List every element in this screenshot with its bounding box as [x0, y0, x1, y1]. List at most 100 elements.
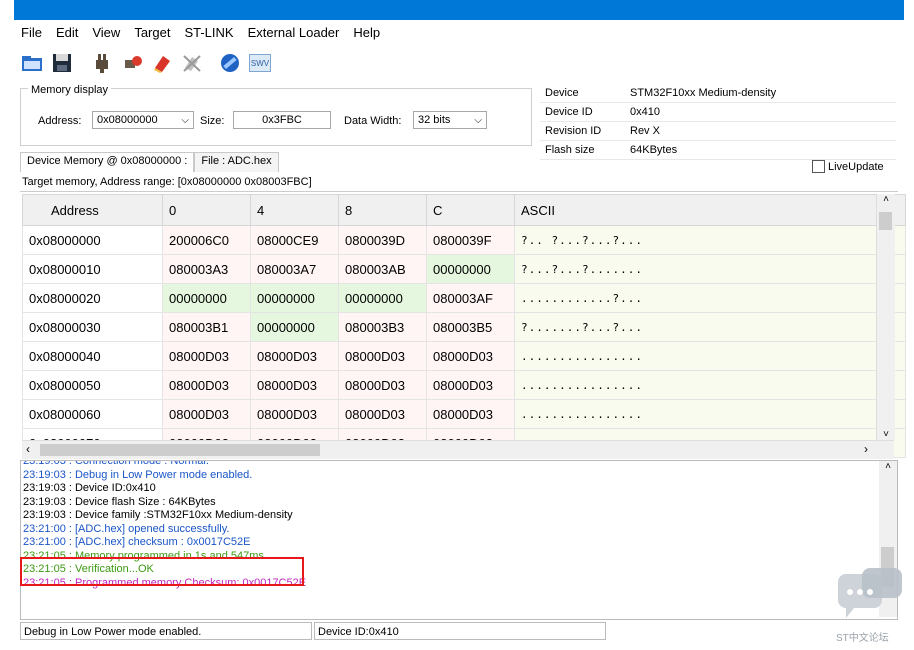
table-row[interactable]: 0x08000040 08000D03 08000D03 08000D03 08000D…	[22, 341, 906, 371]
scroll-left-icon[interactable]: ‹	[26, 442, 30, 456]
grid-vertical-scrollbar[interactable]: ˄ ˅	[876, 194, 895, 440]
ascii-cell[interactable]: ................	[514, 399, 906, 429]
column-header-ascii[interactable]: ASCII	[514, 194, 906, 226]
address-cell[interactable]: 0x08000010	[22, 254, 163, 284]
scroll-right-icon[interactable]: ›	[864, 442, 868, 456]
device-info-table: Device STM32F10xx Medium-density Device I…	[540, 84, 896, 160]
memory-cell[interactable]: 080003A3	[162, 254, 251, 284]
status-device-id: Device ID:0x410	[314, 622, 606, 640]
menu-view[interactable]: View	[85, 25, 127, 40]
data-width-select[interactable]: 32 bits ⌵	[413, 111, 487, 129]
address-combobox[interactable]: 0x08000000 ⌵	[92, 111, 194, 129]
memory-cell[interactable]: 08000D03	[426, 399, 515, 429]
column-header-0[interactable]: 0	[162, 194, 251, 226]
menu-target[interactable]: Target	[127, 25, 177, 40]
save-icon[interactable]	[50, 51, 74, 75]
memory-cell[interactable]: 08000D03	[162, 341, 251, 371]
memory-cell[interactable]: 08000D03	[426, 370, 515, 400]
scroll-thumb[interactable]	[879, 212, 892, 230]
memory-cell[interactable]: 08000D03	[426, 341, 515, 371]
erase-all-icon[interactable]	[180, 51, 204, 75]
menu-help[interactable]: Help	[346, 25, 387, 40]
memory-cell[interactable]: 08000D03	[162, 370, 251, 400]
address-cell[interactable]: 0x08000050	[22, 370, 163, 400]
ascii-cell[interactable]: ................	[514, 370, 906, 400]
memory-cell[interactable]: 00000000	[338, 283, 427, 313]
table-row[interactable]: 0x08000030 080003B1 00000000 080003B3 080003…	[22, 312, 906, 342]
table-row[interactable]: 0x08000060 08000D03 08000D03 08000D03 08000D…	[22, 399, 906, 429]
swv-icon[interactable]: SWV	[248, 51, 272, 75]
address-cell[interactable]: 0x08000040	[22, 341, 163, 371]
memory-cell[interactable]: 200006C0	[162, 225, 251, 255]
size-label: Size:	[200, 115, 225, 127]
memory-cell[interactable]: 08000D03	[338, 399, 427, 429]
ascii-cell[interactable]: ............?...	[514, 283, 906, 313]
memory-cell[interactable]: 080003AB	[338, 254, 427, 284]
live-update-checkbox[interactable]	[812, 160, 825, 173]
scroll-up-icon[interactable]: ˄	[879, 461, 897, 472]
erase-eraser-icon[interactable]	[150, 51, 174, 75]
address-label: Address:	[38, 115, 82, 127]
log-line: 23:19:03 : Device ID:0x410	[23, 482, 156, 494]
column-header-c[interactable]: C	[426, 194, 515, 226]
toolbar: SWV	[14, 46, 904, 80]
memory-cell[interactable]: 08000D03	[338, 370, 427, 400]
menu-bar: File Edit View Target ST-LINK External L…	[14, 20, 904, 44]
ascii-cell[interactable]: ................	[514, 341, 906, 371]
memory-cell[interactable]: 08000D03	[338, 341, 427, 371]
memory-cell[interactable]: 08000CE9	[250, 225, 339, 255]
scroll-up-icon[interactable]: ˄	[877, 194, 895, 205]
table-row[interactable]: 0x08000050 08000D03 08000D03 08000D03 08000D…	[22, 370, 906, 400]
menu-file[interactable]: File	[14, 25, 49, 40]
connect-plug-icon[interactable]	[90, 51, 114, 75]
memory-cell[interactable]: 08000D03	[162, 399, 251, 429]
chevron-down-icon[interactable]: ⌵	[181, 115, 189, 126]
memory-cell[interactable]: 080003B3	[338, 312, 427, 342]
table-row[interactable]: 0x08000010 080003A3 080003A7 080003AB 000000…	[22, 254, 906, 284]
table-row[interactable]: 0x08000000 200006C0 08000CE9 0800039D 080003…	[22, 225, 906, 255]
memory-cell[interactable]: 08000D03	[250, 370, 339, 400]
ascii-cell[interactable]: ?.......?...?...	[514, 312, 906, 342]
status-message: Debug in Low Power mode enabled.	[20, 622, 312, 640]
memory-grid: Address 0 4 8 C ASCII 0x08000000 200006C0…	[22, 194, 906, 458]
memory-cell[interactable]: 00000000	[426, 254, 515, 284]
menu-external-loader[interactable]: External Loader	[241, 25, 347, 40]
memory-cell[interactable]: 080003B1	[162, 312, 251, 342]
memory-cell[interactable]: 00000000	[162, 283, 251, 313]
memory-cell[interactable]: 080003B5	[426, 312, 515, 342]
column-header-address[interactable]: Address	[22, 194, 163, 226]
tab-device-memory[interactable]: Device Memory @ 0x08000000 :	[20, 152, 195, 172]
device-info-label: Device ID	[540, 102, 625, 122]
open-icon[interactable]	[20, 51, 44, 75]
memory-cell[interactable]: 08000D03	[250, 399, 339, 429]
menu-edit[interactable]: Edit	[49, 25, 85, 40]
program-verify-icon[interactable]	[218, 51, 242, 75]
chevron-down-icon[interactable]: ⌵	[474, 115, 482, 126]
memory-cell[interactable]: 080003AF	[426, 283, 515, 313]
ascii-cell[interactable]: ?.. ?...?...?...	[514, 225, 906, 255]
address-cell[interactable]: 0x08000030	[22, 312, 163, 342]
address-cell[interactable]: 0x08000060	[22, 399, 163, 429]
column-header-4[interactable]: 4	[250, 194, 339, 226]
tab-file-adc-hex[interactable]: File : ADC.hex	[194, 152, 279, 172]
menu-st-link[interactable]: ST-LINK	[177, 25, 240, 40]
table-row[interactable]: 0x08000020 00000000 00000000 00000000 080003…	[22, 283, 906, 313]
memory-cell[interactable]: 00000000	[250, 312, 339, 342]
column-header-8[interactable]: 8	[338, 194, 427, 226]
scroll-down-icon[interactable]: ˅	[877, 429, 895, 440]
ascii-cell[interactable]: ?...?...?.......	[514, 254, 906, 284]
grid-horizontal-scrollbar[interactable]: ‹ ›	[22, 440, 894, 459]
scroll-thumb[interactable]	[40, 444, 320, 456]
disconnect-plug-icon[interactable]	[120, 51, 144, 75]
log-panel[interactable]: 23:19:03 : Connection mode : Normal. 23:1…	[20, 460, 898, 620]
memory-cell[interactable]: 080003A7	[250, 254, 339, 284]
address-cell[interactable]: 0x08000020	[22, 283, 163, 313]
memory-cell[interactable]: 00000000	[250, 283, 339, 313]
size-input[interactable]: 0x3FBC	[233, 111, 331, 129]
memory-cell[interactable]: 0800039D	[338, 225, 427, 255]
memory-cell[interactable]: 0800039F	[426, 225, 515, 255]
memory-cell[interactable]: 08000D03	[250, 341, 339, 371]
window-title-bar[interactable]	[14, 0, 904, 20]
live-update-control[interactable]: LiveUpdate	[812, 160, 884, 173]
address-cell[interactable]: 0x08000000	[22, 225, 163, 255]
